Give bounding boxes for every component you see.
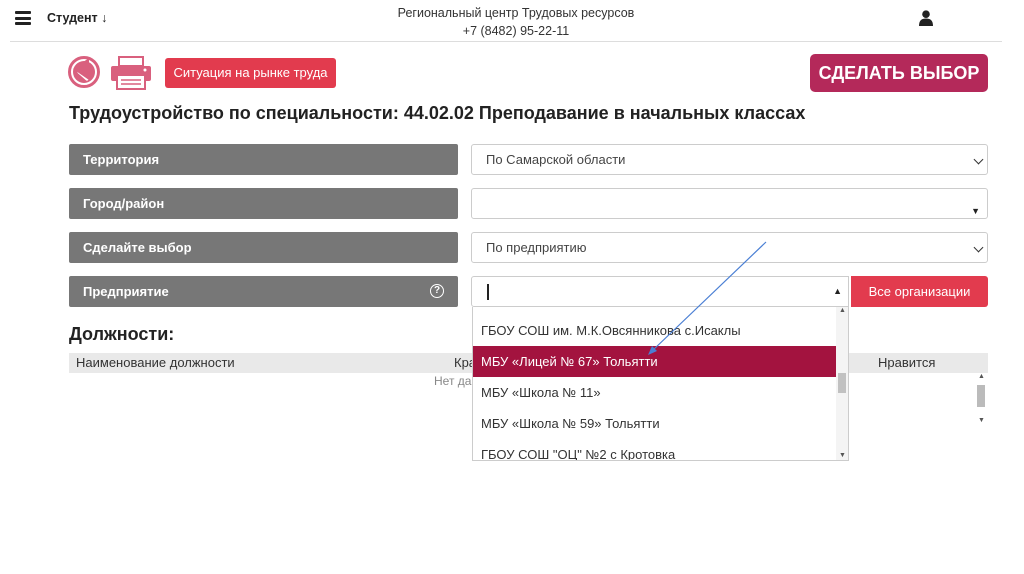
top-bar: Студент ↓ Региональный центр Трудовых ре… [10, 0, 1002, 42]
enterprise-label-text: Предприятие [83, 284, 169, 299]
scroll-up-icon[interactable]: ▲ [839, 307, 846, 314]
territory-select[interactable]: По Самарской области [471, 144, 988, 175]
territory-label: Территория [69, 144, 458, 175]
page-title: Трудоустройство по специальности: 44.02.… [69, 103, 806, 123]
back-button[interactable] [68, 56, 100, 88]
dropdown-option[interactable]: ГБОУ СОШ им. М.К.Овсянникова с.Исаклы [473, 315, 837, 346]
choice-label-text: Сделайте выбор [83, 240, 192, 255]
column-name-header[interactable]: Наименование должности [76, 355, 235, 370]
all-organizations-button[interactable]: Все организации [851, 276, 988, 307]
territory-label-text: Территория [83, 152, 160, 167]
table-scrollbar[interactable]: ▲ ▼ [975, 373, 988, 427]
territory-value: По Самарской области [486, 152, 626, 167]
scroll-up-icon[interactable]: ▲ [978, 373, 985, 380]
scroll-down-icon[interactable]: ▼ [839, 452, 846, 459]
user-icon[interactable] [919, 10, 933, 26]
dropdown-option[interactable]: МБУ «Школа № 11» [473, 377, 837, 408]
phone-number: +7 (8482) 95-22-11 [462, 24, 570, 38]
triangle-up-icon: ▲ [833, 286, 842, 296]
triangle-down-icon: ▼ [971, 206, 980, 216]
dropdown-option[interactable]: МБУ «Школа № 59» Тольятти [473, 408, 837, 439]
site-header-info: Региональный центр Трудовых ресурсов +7 … [310, 4, 722, 40]
scroll-thumb[interactable] [977, 385, 985, 407]
role-selector[interactable]: Студент ↓ [47, 11, 107, 25]
labor-market-button[interactable]: Ситуация на рынке труда [165, 58, 336, 88]
dropdown-option-selected[interactable]: МБУ «Лицей № 67» Тольятти [473, 346, 837, 377]
menu-icon[interactable] [15, 11, 31, 25]
choice-select[interactable]: По предприятию [471, 232, 988, 263]
enterprise-combobox[interactable]: ▲ [471, 276, 849, 307]
empty-table-message: Нет да [434, 374, 472, 388]
dropdown-option[interactable]: ГБОУ СОШ "ОЦ" №2 с Кротовка [473, 439, 837, 460]
scroll-down-icon[interactable]: ▼ [978, 417, 985, 424]
choice-label: Сделайте выбор [69, 232, 458, 263]
city-label: Город/район [69, 188, 458, 219]
city-label-text: Город/район [83, 196, 165, 211]
organization-name: Региональный центр Трудовых ресурсов [397, 6, 635, 20]
dropdown-scrollbar[interactable]: ▲ ▼ [836, 307, 848, 460]
chevron-down-icon [973, 154, 984, 165]
printer-icon[interactable] [109, 56, 153, 90]
city-select[interactable]: ▼ [471, 188, 988, 219]
chevron-down-icon [973, 242, 984, 253]
arrow-down-icon: ↓ [101, 11, 108, 25]
back-arrow-icon [68, 56, 100, 88]
enterprise-dropdown-list: ГБОУ СОШ им. М.К.Овсянникова с.Исаклы МБ… [472, 307, 849, 461]
make-choice-button[interactable]: СДЕЛАТЬ ВЫБОР [810, 54, 988, 92]
positions-title: Должности: [69, 324, 175, 344]
scroll-thumb[interactable] [838, 373, 846, 393]
column-like-header[interactable]: Нравится [878, 355, 935, 370]
text-cursor [487, 284, 489, 300]
choice-value: По предприятию [486, 240, 587, 255]
help-icon[interactable]: ? [430, 284, 444, 298]
role-label: Студент [47, 11, 98, 25]
enterprise-label: Предприятие ? [69, 276, 458, 307]
